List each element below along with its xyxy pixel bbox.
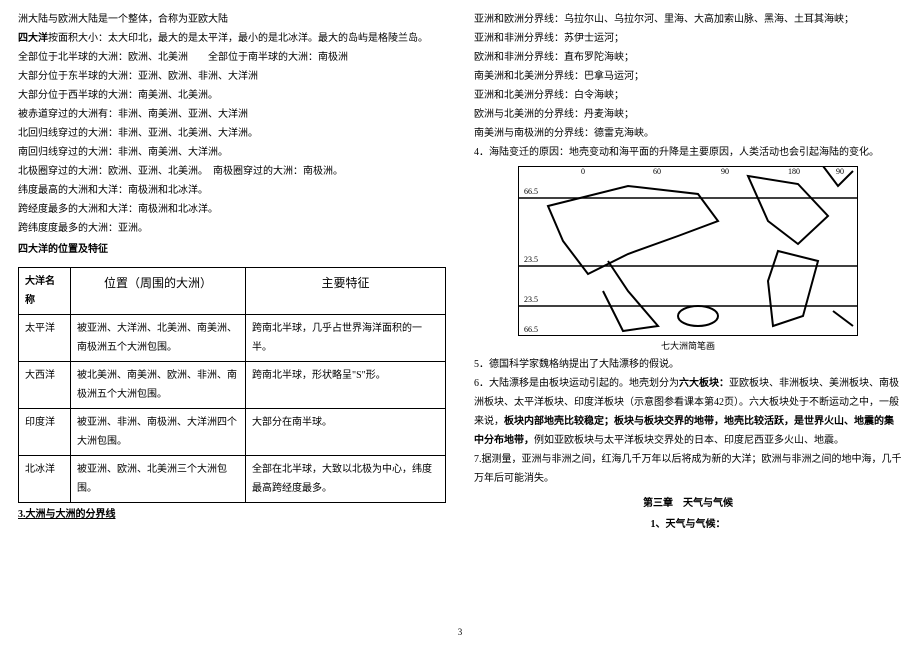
td-name: 北冰洋 bbox=[19, 456, 71, 503]
text-line: 亚洲和非洲分界线：苏伊士运河； bbox=[474, 29, 902, 48]
table-header-row: 大洋名称 位置（周围的大洲） 主要特征 bbox=[19, 268, 446, 315]
td-position: 被北美洲、南美洲、欧洲、非洲、南极洲五个大洲包围。 bbox=[71, 362, 246, 409]
paragraph: 6．大陆漂移是由板块运动引起的。地壳划分为六大板块：亚欧板块、非洲板块、美洲板块… bbox=[474, 374, 902, 450]
text-line: 北极圈穿过的大洲：欧洲、亚洲、北美洲。 南极圈穿过的大洲：南极洲。 bbox=[18, 162, 446, 181]
table-row: 大西洋 被北美洲、南美洲、欧洲、非洲、南极洲五个大洲包围。 跨南北半球，形状略呈… bbox=[19, 362, 446, 409]
td-name: 大西洋 bbox=[19, 362, 71, 409]
text-line: 大部分位于东半球的大洲：亚洲、欧洲、非洲、大洋洲 bbox=[18, 67, 446, 86]
oceans-table: 大洋名称 位置（周围的大洲） 主要特征 太平洋 被亚洲、大洋洲、北美洲、南美洲、… bbox=[18, 267, 446, 503]
paragraph: 7.据测量，亚洲与非洲之间，红海几千万年以后将成为新的大洋；欧洲与非洲之间的地中… bbox=[474, 450, 902, 488]
td-feature: 全部在北半球，大致以北极为中心，纬度最高跨经度最多。 bbox=[246, 456, 446, 503]
bold-label: 四大洋 bbox=[18, 33, 48, 44]
table-row: 太平洋 被亚洲、大洋洲、北美洲、南美洲、南极洲五个大洲包围。 跨南北半球，几乎占… bbox=[19, 315, 446, 362]
subsection-title: 3.大洲与大洲的分界线 bbox=[18, 505, 446, 524]
text-line: 5．德国科学家魏格纳提出了大陆漂移的假说。 bbox=[474, 355, 902, 374]
text-line: 洲大陆与欧洲大陆是一个整体，合称为亚欧大陆 bbox=[18, 10, 446, 29]
text-line: 跨经度最多的大洲和大洋：南极洲和北冰洋。 bbox=[18, 200, 446, 219]
page-number: 3 bbox=[458, 624, 463, 641]
chapter-title: 第三章 天气与气候 bbox=[474, 494, 902, 513]
continents-map: 66.5 23.5 23.5 66.5 0 60 90 180 90 七大洲简笔… bbox=[518, 166, 858, 355]
svg-text:66.5: 66.5 bbox=[524, 325, 538, 334]
td-position: 被亚洲、非洲、南极洲、大洋洲四个大洲包围。 bbox=[71, 409, 246, 456]
td-position: 被亚洲、大洋洲、北美洲、南美洲、南极洲五个大洲包围。 bbox=[71, 315, 246, 362]
text-line: 四大洋按面积大小：太大印北，最大的是太平洋，最小的是北冰洋。最大的岛屿是格陵兰岛… bbox=[18, 29, 446, 48]
svg-text:60: 60 bbox=[653, 167, 661, 176]
text-line: 4．海陆变迁的原因：地壳变动和海平面的升降是主要原因，人类活动也会引起海陆的变化… bbox=[474, 143, 902, 162]
svg-text:0: 0 bbox=[581, 167, 585, 176]
text-line: 大部分位于西半球的大洲：南美洲、北美洲。 bbox=[18, 86, 446, 105]
text-line: 亚洲和欧洲分界线：乌拉尔山、乌拉尔河、里海、大高加索山脉、黑海、土耳其海峡； bbox=[474, 10, 902, 29]
text-line: 南美洲和北美洲分界线：巴拿马运河； bbox=[474, 67, 902, 86]
section-title: 四大洋的位置及特征 bbox=[18, 240, 446, 259]
svg-text:23.5: 23.5 bbox=[524, 295, 538, 304]
text-line: 纬度最高的大洲和大洋：南极洲和北冰洋。 bbox=[18, 181, 446, 200]
td-name: 印度洋 bbox=[19, 409, 71, 456]
svg-text:23.5: 23.5 bbox=[524, 255, 538, 264]
text-span: 例如亚欧板块与太平洋板块交界处的日本、印度尼西亚多火山、地震。 bbox=[534, 435, 844, 446]
td-name: 太平洋 bbox=[19, 315, 71, 362]
map-svg: 66.5 23.5 23.5 66.5 0 60 90 180 90 bbox=[518, 166, 858, 336]
text-span: 按面积大小：太大印北，最大的是太平洋，最小的是北冰洋。最大的岛屿是格陵兰岛。 bbox=[48, 33, 428, 44]
text-line: 全部位于北半球的大洲：欧洲、北美洲 全部位于南半球的大洲：南极洲 bbox=[18, 48, 446, 67]
svg-text:90: 90 bbox=[721, 167, 729, 176]
text-line: 亚洲和北美洲分界线：白令海峡； bbox=[474, 86, 902, 105]
bold-span: 六大板块： bbox=[679, 378, 729, 389]
text-span: 6．大陆漂移是由板块运动引起的。地壳划分为 bbox=[474, 378, 679, 389]
map-caption: 七大洲简笔画 bbox=[518, 338, 858, 355]
text-line: 跨纬度度最多的大洲：亚洲。 bbox=[18, 219, 446, 238]
text-line: 被赤道穿过的大洲有：非洲、南美洲、亚洲、大洋洲 bbox=[18, 105, 446, 124]
text-line: 南回归线穿过的大洲：非洲、南美洲、大洋洲。 bbox=[18, 143, 446, 162]
svg-text:66.5: 66.5 bbox=[524, 187, 538, 196]
td-feature: 大部分在南半球。 bbox=[246, 409, 446, 456]
th-name: 大洋名称 bbox=[19, 268, 71, 315]
table-row: 印度洋 被亚洲、非洲、南极洲、大洋洲四个大洲包围。 大部分在南半球。 bbox=[19, 409, 446, 456]
text-line: 欧洲与北美洲的分界线：丹麦海峡； bbox=[474, 105, 902, 124]
svg-text:180: 180 bbox=[788, 167, 800, 176]
text-line: 欧洲和非洲分界线：直布罗陀海峡； bbox=[474, 48, 902, 67]
td-feature: 跨南北半球，几乎占世界海洋面积的一半。 bbox=[246, 315, 446, 362]
td-position: 被亚洲、欧洲、北美洲三个大洲包围。 bbox=[71, 456, 246, 503]
sub-title: 1、天气与气候： bbox=[474, 515, 902, 534]
table-row: 北冰洋 被亚洲、欧洲、北美洲三个大洲包围。 全部在北半球，大致以北极为中心，纬度… bbox=[19, 456, 446, 503]
th-position: 位置（周围的大洲） bbox=[71, 268, 246, 315]
right-column: 亚洲和欧洲分界线：乌拉尔山、乌拉尔河、里海、大高加索山脉、黑海、土耳其海峡； 亚… bbox=[474, 10, 902, 637]
text-line: 北回归线穿过的大洲：非洲、亚洲、北美洲、大洋洲。 bbox=[18, 124, 446, 143]
th-feature: 主要特征 bbox=[246, 268, 446, 315]
td-feature: 跨南北半球，形状略呈"S"形。 bbox=[246, 362, 446, 409]
left-column: 洲大陆与欧洲大陆是一个整体，合称为亚欧大陆 四大洋按面积大小：太大印北，最大的是… bbox=[18, 10, 446, 637]
svg-text:90: 90 bbox=[836, 167, 844, 176]
text-line: 南美洲与南极洲的分界线：德雷克海峡。 bbox=[474, 124, 902, 143]
